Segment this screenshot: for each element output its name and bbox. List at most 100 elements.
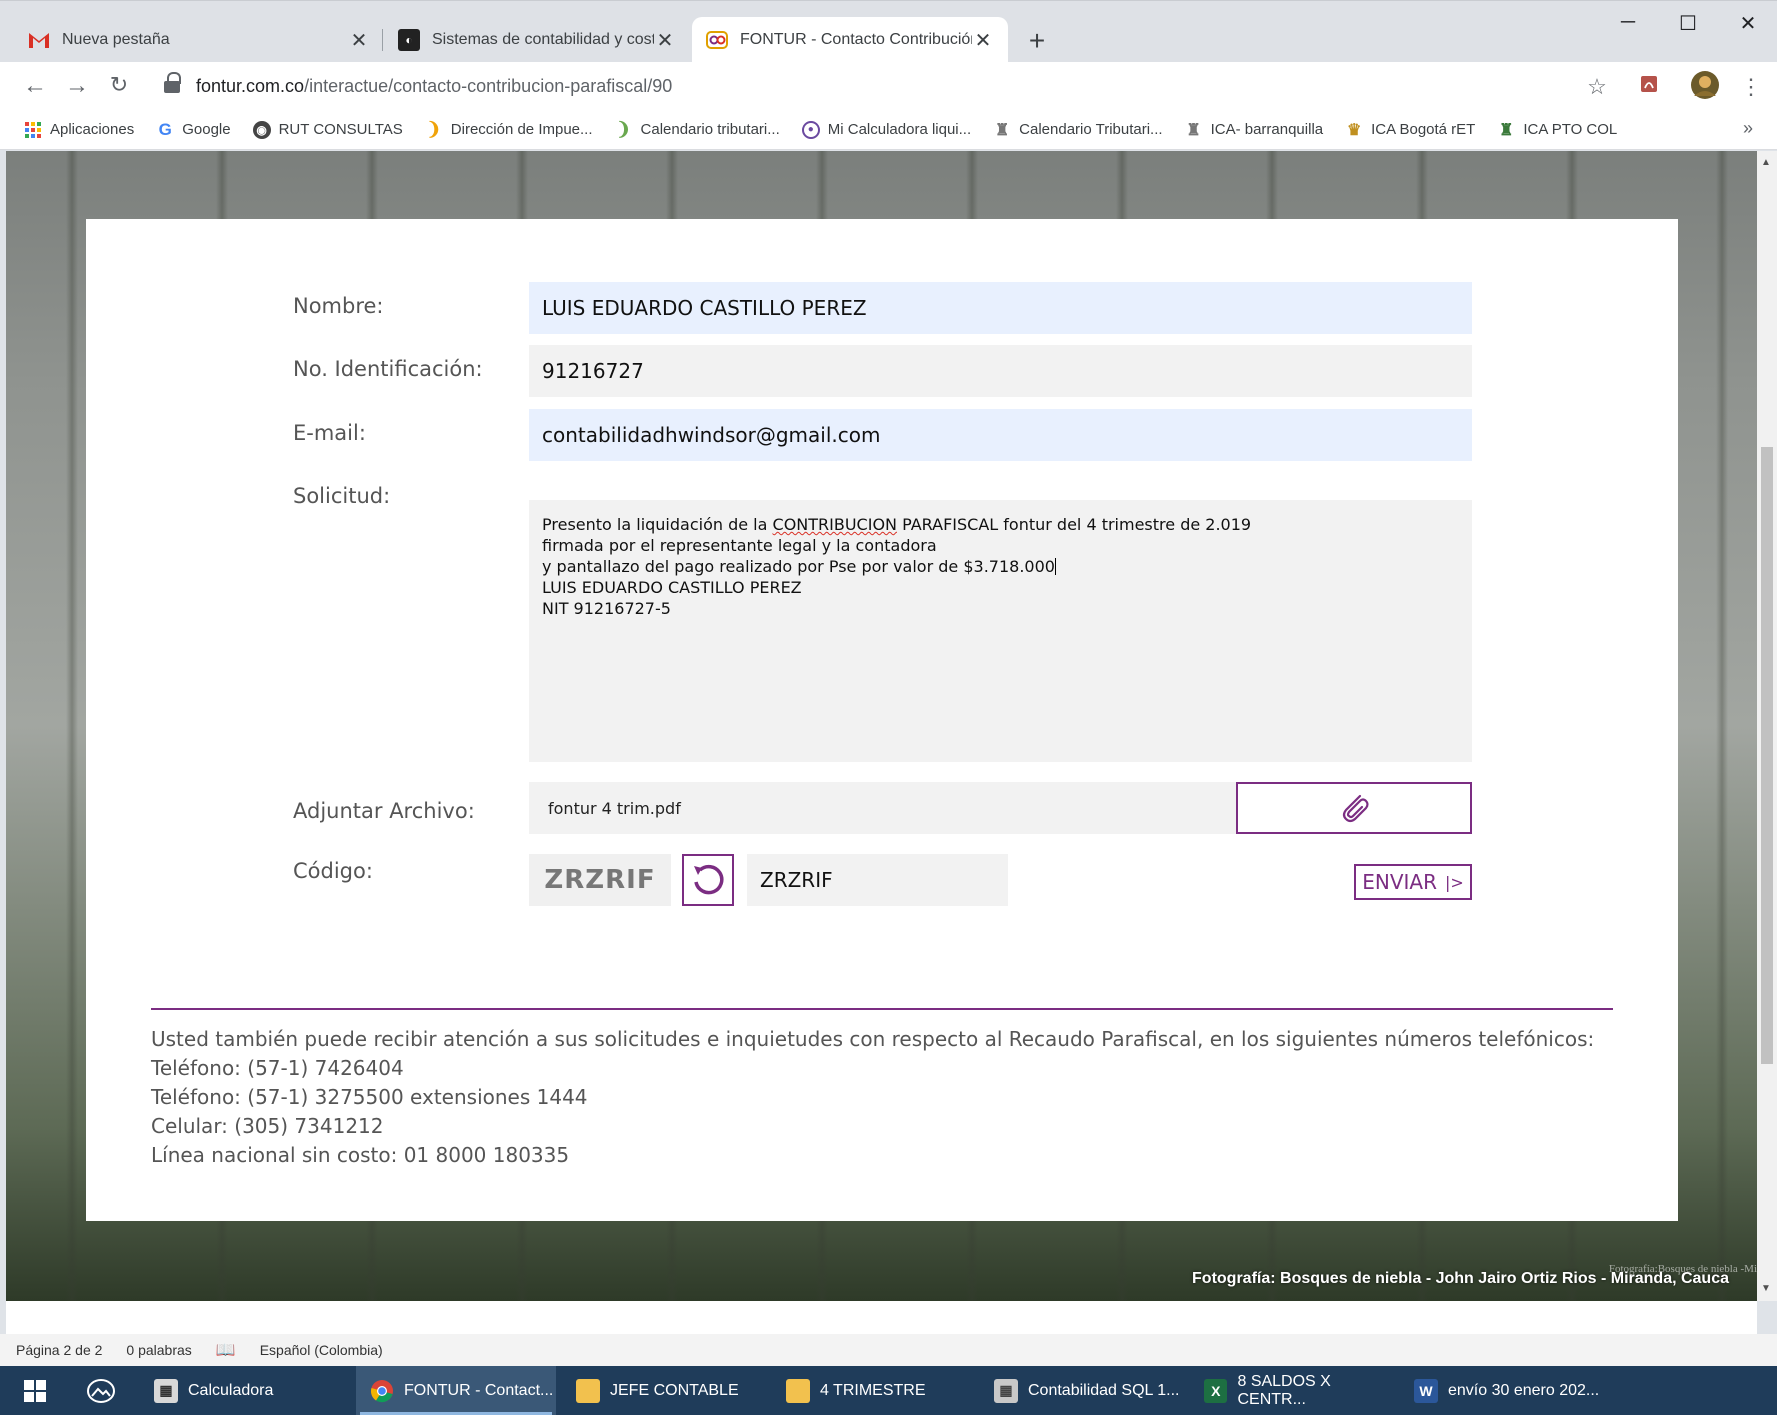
bookmark-ica-bogota[interactable]: ♛ ICA Bogotá rET	[1345, 121, 1475, 139]
bookmark-google[interactable]: G Google	[156, 119, 231, 139]
forward-arrow-icon[interactable]: →	[62, 72, 92, 100]
tab-title: FONTUR - Contacto Contribución Parafisca…	[740, 31, 972, 48]
menu-dots-icon[interactable]: ⋮	[1736, 74, 1766, 100]
enviar-button[interactable]: ENVIAR |>	[1354, 864, 1472, 900]
globe-icon: ◉	[252, 120, 271, 139]
tab-strip: Nueva pestaña ✕ ◐ Sistemas de contabilid…	[0, 0, 1777, 63]
bookmark-calendario-tributario-2[interactable]: ♜ Calendario Tributari...	[993, 121, 1163, 139]
scroll-down-icon[interactable]: ▼	[1761, 1283, 1771, 1294]
solicitud-text: Presento la liquidación de la	[542, 515, 773, 534]
scroll-up-icon[interactable]: ▲	[1761, 157, 1771, 168]
enviar-label: ENVIAR	[1362, 870, 1437, 894]
solicitud-text: PARAFISCAL fontur del 4 trimestre de 2.0…	[897, 515, 1252, 534]
captcha-input[interactable]: ZRZRIF	[747, 854, 1008, 906]
bookmark-label: Calendario tributari...	[640, 121, 780, 138]
taskbar-jefe-contable[interactable]: JEFE CONTABLE	[562, 1366, 762, 1415]
new-tab-button[interactable]: +	[1022, 25, 1052, 57]
bookmark-direccion-impuestos[interactable]: ❩ Dirección de Impue...	[425, 119, 593, 139]
photo-credit: Fotografía: Bosques de niebla - John Jai…	[1192, 1270, 1729, 1287]
taskbar-calculadora[interactable]: ▦ Calculadora	[140, 1366, 350, 1415]
excel-icon: X	[1204, 1378, 1228, 1403]
solicitud-text: y pantallazo del pago realizado por Pse …	[542, 557, 1055, 576]
email-input[interactable]: contabilidadhwindsor@gmail.com	[529, 409, 1472, 461]
tab-title: Sistemas de contabilidad y costos	[432, 31, 654, 48]
photos-app-button[interactable]	[76, 1366, 116, 1415]
language-indicator[interactable]: Español (Colombia)	[260, 1342, 383, 1358]
lock-icon	[164, 72, 182, 94]
captcha-refresh-button[interactable]	[682, 854, 734, 906]
tab-nueva-pestana[interactable]: Nueva pestaña ✕	[14, 17, 384, 63]
tab-fontur[interactable]: FONTUR - Contacto Contribución Parafisca…	[692, 17, 1008, 63]
bookmarks-more-icon[interactable]: »	[1743, 118, 1753, 139]
star-icon[interactable]: ☆	[1582, 74, 1612, 100]
crest-icon: ♜	[1499, 121, 1514, 139]
adjuntar-label: Adjuntar Archivo:	[293, 799, 475, 823]
page-scrollbar[interactable]: ▲ ▼	[1757, 151, 1777, 1301]
bookmark-aplicaciones[interactable]: Aplicaciones	[24, 121, 134, 139]
solicitud-textarea[interactable]: Presento la liquidación de la CONTRIBUCI…	[529, 500, 1472, 762]
folder-icon	[786, 1378, 810, 1403]
text-caret	[1054, 558, 1056, 575]
close-icon[interactable]: ✕	[348, 28, 370, 53]
captcha-image: ZRZRIF	[529, 854, 671, 906]
google-icon: G	[158, 119, 172, 139]
bookmark-label: Dirección de Impue...	[450, 121, 593, 138]
bookmark-mi-calculadora[interactable]: ● Mi Calculadora liqui...	[801, 120, 971, 139]
solicitud-text: firmada por el representante legal y la …	[542, 536, 937, 555]
send-arrow-icon: |>	[1444, 872, 1464, 892]
contact-form-card: Nombre: LUIS EDUARDO CASTILLO PEREZ No. …	[86, 219, 1678, 1221]
taskbar-word[interactable]: W envío 30 enero 202...	[1400, 1366, 1620, 1415]
proofing-icon[interactable]: 📖	[216, 1340, 236, 1360]
nombre-input[interactable]: LUIS EDUARDO CASTILLO PEREZ	[529, 282, 1472, 334]
taskbar-contabilidad-sql[interactable]: ▦ Contabilidad SQL 1...	[980, 1366, 1190, 1415]
taskbar-excel[interactable]: X 8 SALDOS X CENTR...	[1190, 1366, 1400, 1415]
tab-title: Nueva pestaña	[62, 31, 170, 48]
info-telefono-2: Teléfono: (57-1) 3275500 extensiones 144…	[151, 1085, 588, 1109]
start-button[interactable]	[14, 1366, 46, 1415]
bookmark-label: Calendario Tributari...	[1019, 121, 1163, 138]
document-area	[6, 1301, 1757, 1334]
bookmark-ica-barranquilla[interactable]: ♜ ICA- barranquilla	[1185, 121, 1323, 139]
info-linea-nacional: Línea nacional sin costo: 01 8000 180335	[151, 1143, 570, 1167]
nombre-label: Nombre:	[293, 294, 384, 318]
folder-icon	[576, 1378, 600, 1403]
crest-icon: ♜	[1186, 121, 1201, 139]
bookmark-calendario-tributario[interactable]: ❩ Calendario tributari...	[615, 119, 780, 139]
bookmark-ica-pto-col[interactable]: ♜ ICA PTO COL	[1497, 121, 1617, 139]
attach-file-button[interactable]	[1236, 782, 1472, 834]
dian-icon: ❩	[426, 119, 442, 139]
page-count[interactable]: Página 2 de 2	[16, 1342, 102, 1358]
info-celular: Celular: (305) 7341212	[151, 1114, 384, 1138]
taskbar-label: Contabilidad SQL 1...	[1028, 1381, 1180, 1399]
taskbar-label: FONTUR - Contact...	[404, 1381, 554, 1399]
avatar[interactable]	[1690, 70, 1720, 106]
codigo-label: Código:	[293, 859, 373, 883]
tab-separator	[382, 29, 383, 51]
solicitud-text: NIT 91216727-5	[542, 599, 671, 618]
taskbar-label: 4 TRIMESTRE	[820, 1381, 926, 1399]
taskbar-label: Calculadora	[188, 1381, 274, 1399]
taskbar-chrome[interactable]: FONTUR - Contact...	[356, 1366, 556, 1415]
chrome-icon	[370, 1379, 394, 1403]
word-status-bar: Página 2 de 2 0 palabras 📖 Español (Colo…	[0, 1334, 1777, 1366]
misspelled-word: CONTRIBUCION	[772, 515, 897, 534]
bookmark-rut-consultas[interactable]: ◉ RUT CONSULTAS	[252, 120, 403, 139]
scroll-thumb[interactable]	[1761, 447, 1773, 1064]
maximize-button[interactable]: ☐	[1660, 11, 1716, 36]
file-name-field: fontur 4 trim.pdf	[529, 782, 1236, 834]
close-window-button[interactable]: ✕	[1720, 11, 1776, 36]
taskbar-4-trimestre[interactable]: 4 TRIMESTRE	[772, 1366, 972, 1415]
identificacion-input[interactable]: 91216727	[529, 345, 1472, 397]
address-bar[interactable]: fontur.com.co/interactue/contacto-contri…	[150, 68, 1600, 104]
reload-icon[interactable]: ↻	[104, 72, 134, 98]
close-icon[interactable]: ✕	[654, 28, 676, 53]
back-arrow-icon[interactable]: ←	[20, 72, 50, 100]
word-count[interactable]: 0 palabras	[126, 1342, 191, 1358]
minimize-button[interactable]: ─	[1600, 11, 1656, 34]
bogota-crest-icon: ♛	[1346, 121, 1362, 139]
close-icon[interactable]: ✕	[972, 28, 994, 53]
taskbar: ▦ Calculadora FONTUR - Contact... JEFE C…	[0, 1366, 1777, 1415]
tab-sistemas[interactable]: ◐ Sistemas de contabilidad y costos ✕	[384, 17, 690, 63]
identificacion-label: No. Identificación:	[293, 357, 483, 381]
pdf-extension-icon[interactable]	[1634, 74, 1664, 100]
